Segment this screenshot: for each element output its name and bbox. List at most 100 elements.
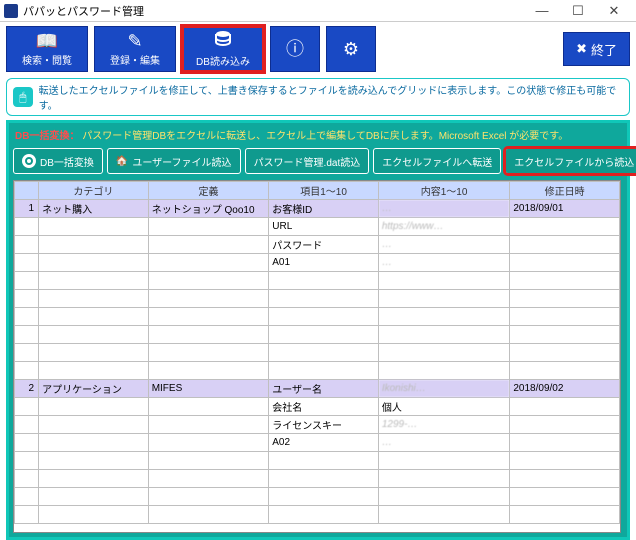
cell[interactable] (39, 434, 149, 452)
cell[interactable] (39, 506, 149, 524)
nav-dbread-button[interactable]: DB読み込み (182, 26, 264, 72)
cell[interactable] (15, 452, 39, 470)
exit-button[interactable]: ✖ 終了 (563, 32, 630, 66)
cell[interactable] (39, 326, 149, 344)
cell[interactable]: 個人 (378, 398, 510, 416)
userfile-read-button[interactable]: 🏠 ユーザーファイル読込 (107, 148, 241, 174)
cell[interactable] (269, 308, 379, 326)
cell[interactable] (510, 218, 620, 236)
nav-search-button[interactable]: 📖 検索・閲覧 (6, 26, 88, 72)
cell[interactable] (378, 290, 510, 308)
cell[interactable] (510, 308, 620, 326)
cell[interactable]: 2018/09/02 (510, 380, 620, 398)
cell[interactable] (39, 470, 149, 488)
cell[interactable] (510, 272, 620, 290)
table-row[interactable] (15, 272, 620, 290)
cell[interactable] (148, 452, 269, 470)
table-row[interactable]: A02… (15, 434, 620, 452)
cell[interactable] (510, 434, 620, 452)
cell[interactable] (148, 344, 269, 362)
table-row[interactable] (15, 506, 620, 524)
table-row[interactable]: 2アプリケーションMIFESユーザー名Ikonishi…2018/09/02 (15, 380, 620, 398)
cell[interactable] (148, 434, 269, 452)
dat-read-button[interactable]: パスワード管理.dat読込 (245, 148, 370, 174)
col-date[interactable]: 修正日時 (510, 182, 620, 200)
cell[interactable] (39, 308, 149, 326)
cell[interactable] (269, 290, 379, 308)
cell[interactable]: 1299-… (378, 416, 510, 434)
cell[interactable] (148, 254, 269, 272)
table-row[interactable]: 会社名個人 (15, 398, 620, 416)
cell[interactable] (15, 344, 39, 362)
cell[interactable] (510, 290, 620, 308)
cell[interactable]: … (378, 254, 510, 272)
cell[interactable]: 2018/09/01 (510, 200, 620, 218)
table-row[interactable]: URLhttps://www… (15, 218, 620, 236)
nav-edit-button[interactable]: ✎ 登録・編集 (94, 26, 176, 72)
cell[interactable] (15, 398, 39, 416)
cell[interactable] (269, 506, 379, 524)
cell[interactable] (15, 272, 39, 290)
cell[interactable] (15, 236, 39, 254)
table-row[interactable] (15, 488, 620, 506)
cell[interactable] (378, 470, 510, 488)
cell[interactable] (269, 488, 379, 506)
cell[interactable] (378, 272, 510, 290)
cell[interactable] (510, 326, 620, 344)
table-row[interactable]: パスワード… (15, 236, 620, 254)
cell[interactable] (269, 326, 379, 344)
cell[interactable] (148, 218, 269, 236)
cell[interactable] (39, 272, 149, 290)
table-row[interactable] (15, 470, 620, 488)
table-row[interactable] (15, 362, 620, 380)
cell[interactable] (510, 488, 620, 506)
table-row[interactable] (15, 326, 620, 344)
cell[interactable] (148, 308, 269, 326)
db-convert-button[interactable]: DB一括変換 (13, 148, 103, 174)
table-row[interactable] (15, 452, 620, 470)
cell[interactable] (510, 344, 620, 362)
to-excel-button[interactable]: エクセルファイルへ転送 (373, 148, 501, 174)
cell[interactable] (510, 398, 620, 416)
cell[interactable]: https://www… (378, 218, 510, 236)
cell[interactable] (39, 344, 149, 362)
cell[interactable] (148, 290, 269, 308)
cell[interactable] (148, 470, 269, 488)
maximize-button[interactable]: ☐ (560, 1, 596, 21)
cell[interactable] (15, 308, 39, 326)
cell[interactable] (510, 254, 620, 272)
cell[interactable]: 会社名 (269, 398, 379, 416)
table-row[interactable] (15, 290, 620, 308)
cell[interactable] (39, 218, 149, 236)
cell[interactable]: ネット購入 (39, 200, 149, 218)
cell[interactable]: ネットショップ Qoo10 (148, 200, 269, 218)
minimize-button[interactable]: — (524, 1, 560, 21)
cell[interactable] (148, 236, 269, 254)
nav-settings-button[interactable]: ⚙ (326, 26, 376, 72)
col-num[interactable] (15, 182, 39, 200)
grid-scroll[interactable]: カテゴリ 定義 項目1～10 内容1～10 修正日時 1ネット購入ネットショップ… (13, 180, 621, 533)
close-button[interactable]: ✕ (596, 1, 632, 21)
cell[interactable] (148, 506, 269, 524)
cell[interactable]: A01 (269, 254, 379, 272)
cell[interactable] (15, 362, 39, 380)
from-excel-button[interactable]: エクセルファイルから読込 (505, 148, 636, 174)
cell[interactable] (15, 506, 39, 524)
cell[interactable]: ライセンスキー (269, 416, 379, 434)
cell[interactable] (510, 416, 620, 434)
cell[interactable] (39, 416, 149, 434)
cell[interactable] (15, 434, 39, 452)
cell[interactable]: ユーザー名 (269, 380, 379, 398)
cell[interactable]: 2 (15, 380, 39, 398)
data-grid[interactable]: カテゴリ 定義 項目1～10 内容1～10 修正日時 1ネット購入ネットショップ… (14, 181, 620, 524)
cell[interactable] (510, 236, 620, 254)
cell[interactable] (269, 452, 379, 470)
cell[interactable]: … (378, 434, 510, 452)
table-row[interactable] (15, 308, 620, 326)
cell[interactable] (148, 362, 269, 380)
cell[interactable] (510, 470, 620, 488)
cell[interactable]: URL (269, 218, 379, 236)
cell[interactable] (510, 452, 620, 470)
cell[interactable]: Ikonishi… (378, 380, 510, 398)
cell[interactable] (39, 488, 149, 506)
